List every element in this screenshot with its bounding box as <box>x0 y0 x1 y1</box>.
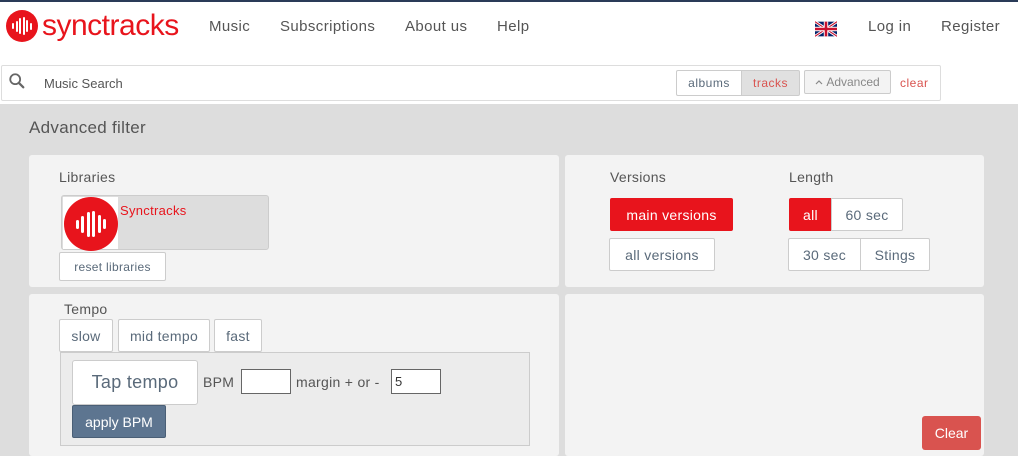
advanced-filter: Advanced filter Libraries Synctracks res… <box>0 104 1018 456</box>
library-name: Synctracks <box>120 203 187 218</box>
bpm-box: Tap tempo BPM margin + or - apply BPM <box>60 352 530 446</box>
margin-label: margin + or - <box>296 374 380 390</box>
bpm-label: BPM <box>203 374 235 390</box>
tempo-label: Tempo <box>64 301 108 317</box>
advanced-filter-title: Advanced filter <box>29 118 146 137</box>
library-card-synctracks[interactable]: Synctracks <box>61 195 269 251</box>
login-link[interactable]: Log in <box>868 18 911 35</box>
nav-about-us[interactable]: About us <box>405 18 467 35</box>
albums-toggle[interactable]: albums <box>676 70 742 96</box>
synctracks-library-logo-icon <box>63 197 118 251</box>
clear-filter-button[interactable]: Clear <box>922 416 981 450</box>
length-label: Length <box>789 169 834 185</box>
logo-text: synctracks <box>42 9 179 42</box>
advanced-button[interactable]: Advanced <box>804 70 891 94</box>
length-30-sec-button[interactable]: 30 sec <box>788 238 861 271</box>
advanced-label: Advanced <box>826 75 880 89</box>
search-icon <box>9 73 25 89</box>
clear-search-link[interactable]: clear <box>900 76 929 90</box>
site-header: synctracks Music Subscriptions About us … <box>0 2 1018 52</box>
apply-bpm-button[interactable]: apply BPM <box>72 405 166 438</box>
length-60-sec-button[interactable]: 60 sec <box>831 198 903 231</box>
nav-subscriptions[interactable]: Subscriptions <box>280 18 375 35</box>
chevron-up-icon <box>815 80 823 85</box>
versions-label: Versions <box>610 169 667 185</box>
search-bar: albums tracks Advanced clear <box>1 65 941 101</box>
synctracks-logo-icon <box>6 10 38 42</box>
margin-input[interactable] <box>391 369 441 394</box>
libraries-label: Libraries <box>59 169 116 185</box>
search-input[interactable] <box>44 70 644 96</box>
bpm-input[interactable] <box>241 369 291 394</box>
versions-length-panel: Versions main versions all versions Leng… <box>565 155 984 287</box>
reset-libraries-button[interactable]: reset libraries <box>59 252 166 281</box>
register-link[interactable]: Register <box>941 18 1000 35</box>
tap-tempo-button[interactable]: Tap tempo <box>72 360 198 405</box>
nav-music[interactable]: Music <box>209 18 250 35</box>
logo[interactable]: synctracks <box>6 6 179 46</box>
tempo-mid-button[interactable]: mid tempo <box>118 319 210 352</box>
tracks-toggle[interactable]: tracks <box>741 70 800 96</box>
all-versions-button[interactable]: all versions <box>609 238 715 271</box>
length-stings-button[interactable]: Stings <box>860 238 930 271</box>
libraries-panel: Libraries Synctracks reset libraries <box>29 155 559 287</box>
main-versions-button[interactable]: main versions <box>610 198 733 231</box>
tempo-panel: Tempo slow mid tempo fast Tap tempo BPM … <box>29 294 559 456</box>
tempo-fast-button[interactable]: fast <box>214 319 262 352</box>
uk-flag-icon[interactable] <box>815 21 837 37</box>
length-all-button[interactable]: all <box>789 198 832 231</box>
tempo-slow-button[interactable]: slow <box>59 319 113 352</box>
nav-help[interactable]: Help <box>497 18 529 35</box>
